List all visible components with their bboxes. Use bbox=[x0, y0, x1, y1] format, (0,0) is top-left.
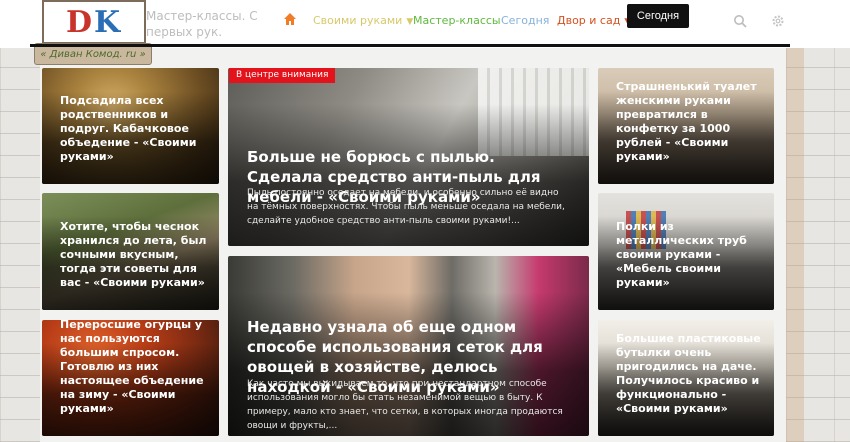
logo-letter-k: K bbox=[93, 4, 123, 40]
nav-item-segodnya[interactable]: Сегодня bbox=[501, 14, 549, 27]
brick-wall-left bbox=[0, 0, 40, 442]
logo-letter-d: D bbox=[65, 4, 94, 40]
header-divider bbox=[30, 44, 790, 47]
article-title: Большие пластиковые бутылки очень пригод… bbox=[616, 332, 761, 415]
featured-excerpt: Пыль постоянно оседает на мебели, и особ… bbox=[247, 188, 565, 226]
article-title: Подсадила всех родственников и подруг. К… bbox=[60, 94, 197, 163]
nav-item-label: Мастер-классы bbox=[413, 14, 501, 27]
nav-item-dvor-i-sad[interactable]: Двор и сад▼ bbox=[557, 14, 631, 27]
site-header: DK « Диван Комод. ru » Мастер-классы. С … bbox=[0, 0, 850, 65]
article-card-left-3[interactable]: Переросшие огурцы у нас пользуются больш… bbox=[42, 320, 219, 436]
featured-excerpt: Как часто мы выкидываем то, что при нест… bbox=[247, 379, 563, 431]
article-title: Переросшие огурцы у нас пользуются больш… bbox=[60, 320, 204, 415]
brick-wall-right bbox=[786, 0, 850, 442]
search-icon[interactable] bbox=[733, 14, 747, 28]
article-card-right-1[interactable]: Страшненький туалет женскими руками прев… bbox=[598, 68, 774, 184]
featured-article-second[interactable]: Недавно узнала об еще одном способе испо… bbox=[228, 256, 589, 436]
today-button[interactable]: Сегодня bbox=[627, 4, 689, 28]
article-card-right-3[interactable]: Большие пластиковые бутылки очень пригод… bbox=[598, 320, 774, 436]
site-tagline: Мастер-классы. С первых рук. bbox=[146, 9, 258, 39]
article-title: Страшненький туалет женскими руками прев… bbox=[616, 80, 757, 163]
gear-icon[interactable] bbox=[771, 14, 785, 28]
article-card-left-2[interactable]: Хотите, чтобы чеснок хранился до лета, б… bbox=[42, 193, 219, 310]
nav-item-label: Сегодня bbox=[501, 14, 550, 27]
article-card-right-2[interactable]: Полки из металлических труб своими рукам… bbox=[598, 193, 774, 310]
home-icon[interactable] bbox=[283, 12, 297, 26]
nav-item-label: Своими руками bbox=[313, 14, 403, 27]
nav-item-master-klassy[interactable]: Мастер-классы bbox=[413, 14, 501, 27]
article-card-left-1[interactable]: Подсадила всех родственников и подруг. К… bbox=[42, 68, 219, 184]
nav-item-svoimi-rukami[interactable]: Своими руками ▼ bbox=[313, 14, 413, 27]
featured-article-main[interactable]: Больше не борюсь с пылью. Сделала средст… bbox=[228, 68, 589, 246]
logo-letters: DK bbox=[66, 5, 122, 40]
article-title: Полки из металлических труб своими рукам… bbox=[616, 220, 747, 289]
article-title: Хотите, чтобы чеснок хранился до лета, б… bbox=[60, 220, 207, 289]
nav-item-label: Двор и сад bbox=[557, 14, 621, 27]
featured-badge: В центре внимания bbox=[229, 68, 336, 83]
site-logo[interactable]: DK bbox=[42, 0, 146, 44]
